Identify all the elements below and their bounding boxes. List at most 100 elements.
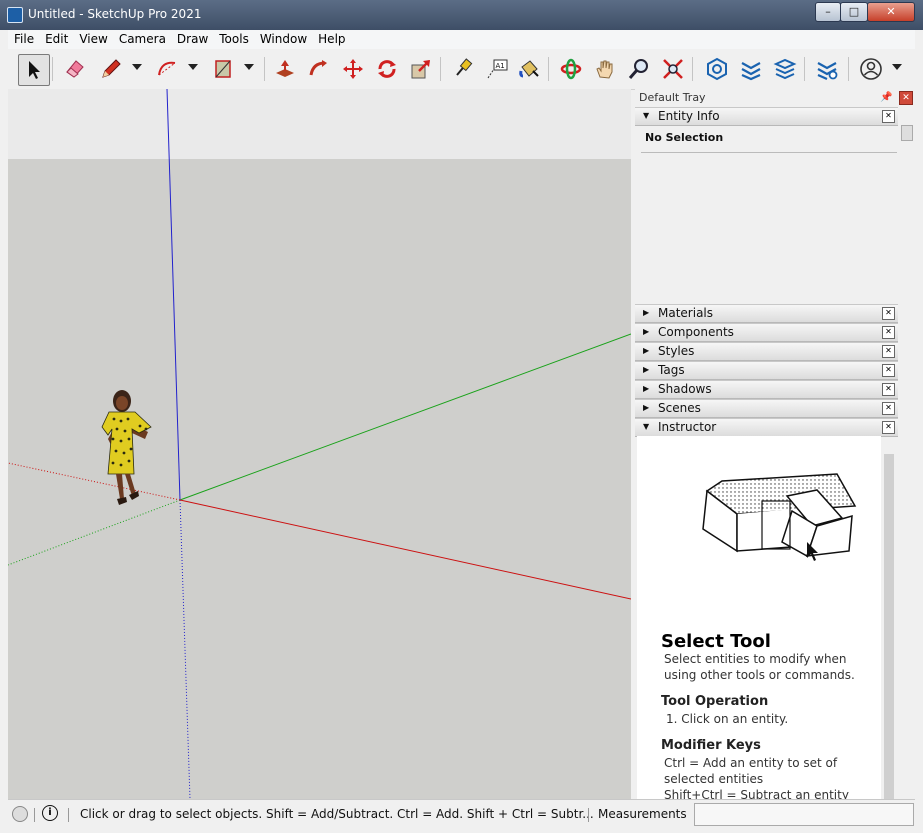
tool-operation-heading: Tool Operation [661,694,769,709]
tape-measure-tool-button[interactable] [448,54,478,84]
menu-bar: File Edit View Camera Draw Tools Window Help [8,30,915,49]
zoom-tool-button[interactable] [624,54,654,84]
text-tool-button[interactable]: A1 [482,54,512,84]
info-icon[interactable]: i [42,805,58,821]
panel-styles[interactable]: ▶ Styles ✕ [635,342,898,361]
minimize-button[interactable]: – [815,2,841,22]
panel-materials[interactable]: ▶ Materials ✕ [635,304,898,323]
eraser-icon [66,60,84,78]
rotate-tool-button[interactable] [372,54,402,84]
eraser-tool-button[interactable] [60,54,90,84]
menu-camera[interactable]: Camera [113,30,171,46]
measurements-input[interactable] [694,803,914,826]
panel-scenes[interactable]: ▶ Scenes ✕ [635,399,898,418]
app-window: Untitled - SketchUp Pro 2021 – □ ✕ File E… [0,0,923,833]
scale-icon [411,60,430,79]
layout-button[interactable] [770,54,800,84]
orbit-tool-button[interactable] [556,54,586,84]
window-title: Untitled - SketchUp Pro 2021 [28,7,202,21]
modifier-keys-heading: Modifier Keys [661,738,761,753]
entity-info-scrollbar[interactable] [899,125,913,305]
geolocation-icon[interactable] [12,806,28,822]
orbit-icon [560,58,582,80]
panel-styles-label: Styles [658,344,695,358]
menu-edit[interactable]: Edit [39,30,73,46]
zoom-extents-tool-button[interactable] [658,54,688,84]
tray-close-button[interactable]: ✕ [899,91,913,105]
follow-me-tool-button[interactable] [304,54,334,84]
panel-close-icon[interactable]: ✕ [882,110,895,123]
panel-close-icon[interactable]: ✕ [882,383,895,396]
tool-operation-text: 1. Click on an entity. [666,712,789,726]
default-tray: Default Tray 📌 ✕ ▼ Entity Info ✕ No Sele… [635,89,915,799]
collapsed-arrow-icon: ▶ [643,327,650,336]
arc-tool-dropdown-icon[interactable] [188,64,198,70]
panel-tags-label: Tags [658,363,685,377]
push-pull-tool-button[interactable] [270,54,300,84]
menu-file[interactable]: File [8,30,39,46]
zoom-extents-icon [663,59,683,79]
select-tool-button[interactable] [18,54,50,86]
panel-instructor[interactable]: ▼ Instructor ✕ [635,418,898,437]
extension-warehouse-button[interactable] [736,54,766,84]
measurements-label: Measurements [598,807,687,821]
panel-components-label: Components [658,325,734,339]
panel-shadows[interactable]: ▶ Shadows ✕ [635,380,898,399]
close-button[interactable]: ✕ [867,2,915,22]
extension-warehouse-icon [741,62,761,81]
instructor-scrollbar[interactable] [884,454,894,799]
menu-help[interactable]: Help [312,30,350,46]
move-icon [343,59,363,79]
rectangle-tool-button[interactable] [208,54,238,84]
panel-components[interactable]: ▶ Components ✕ [635,323,898,342]
maximize-button[interactable]: □ [840,2,868,22]
account-button[interactable] [856,54,886,84]
move-tool-button[interactable] [338,54,368,84]
line-tool-button[interactable] [96,54,126,84]
scale-tool-button[interactable] [406,54,436,84]
panel-close-icon[interactable]: ✕ [882,345,895,358]
rectangle-icon [215,60,231,78]
menu-tools[interactable]: Tools [213,30,254,46]
panel-close-icon[interactable]: ✕ [882,421,895,434]
rotate-icon [378,60,396,78]
panel-close-icon[interactable]: ✕ [882,307,895,320]
rectangle-tool-dropdown-icon[interactable] [244,64,254,70]
modifier-shift-ctrl-text: Shift+Ctrl = Subtract an entity [664,788,849,799]
account-dropdown-icon[interactable] [892,64,902,70]
arc-tool-button[interactable] [152,54,182,84]
panel-materials-label: Materials [658,306,714,320]
menu-view[interactable]: View [73,30,112,46]
menu-window[interactable]: Window [254,30,312,46]
paint-bucket-tool-button[interactable] [514,54,544,84]
main-toolbar: A1 [8,49,915,90]
status-bar: i Click or drag to select objects. Shift… [8,799,915,828]
menu-draw[interactable]: Draw [171,30,213,46]
tray-title: Default Tray [639,91,706,104]
select-arrow-icon [29,61,40,79]
warehouse-icon [707,57,727,81]
panel-close-icon[interactable]: ✕ [882,326,895,339]
model-canvas [8,89,631,799]
tape-measure-icon [456,58,473,76]
pan-tool-button[interactable] [590,54,620,84]
expanded-arrow-icon: ▼ [643,111,650,120]
pin-icon[interactable]: 📌 [880,92,892,103]
divider [641,152,897,153]
line-tool-dropdown-icon[interactable] [132,64,142,70]
panel-entity-info-label: Entity Info [658,109,720,123]
collapsed-arrow-icon: ▶ [643,403,650,412]
magnifier-icon [628,59,648,79]
panel-entity-info[interactable]: ▼ Entity Info ✕ [635,107,898,126]
panel-close-icon[interactable]: ✕ [882,364,895,377]
status-message: Click or drag to select objects. Shift =… [80,807,594,821]
pencil-icon [102,59,121,78]
instructor-description: Select entities to modify when using oth… [664,652,855,682]
3d-warehouse-button[interactable] [702,54,732,84]
extension-manager-button[interactable] [812,54,842,84]
scrollbar-thumb[interactable] [901,125,913,141]
panel-tags[interactable]: ▶ Tags ✕ [635,361,898,380]
svg-text:A1: A1 [496,62,505,70]
panel-close-icon[interactable]: ✕ [882,402,895,415]
drawing-viewport[interactable] [8,89,631,799]
